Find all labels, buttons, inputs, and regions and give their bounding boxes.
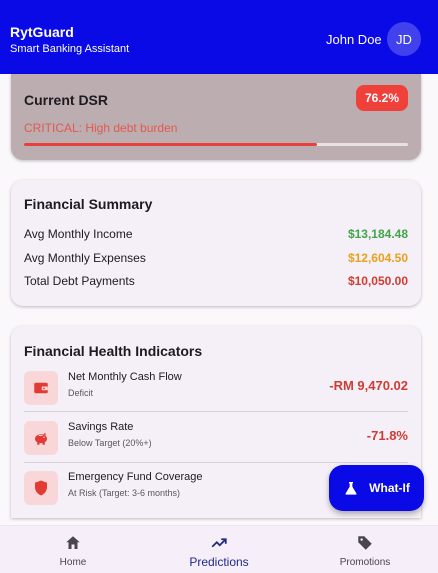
app-subtitle: Smart Banking Assistant	[10, 43, 130, 55]
summary-value: $12,604.50	[347, 251, 408, 265]
health-title: Financial Health Indicators	[24, 343, 203, 359]
indicator-sub: Below Target (20%+)	[68, 438, 152, 448]
dsr-title: Current DSR	[24, 92, 109, 108]
app-title: RytGuard	[10, 24, 74, 40]
flask-icon	[345, 482, 357, 495]
dsr-card: Current DSR 76.2% CRITICAL: High debt bu…	[11, 74, 421, 160]
home-icon	[66, 536, 80, 549]
nav-label: Promotions	[339, 557, 391, 568]
dsr-status: CRITICAL: High debt burden	[24, 121, 178, 135]
indicator-value: -RM 9,470.02	[329, 378, 408, 393]
tag-icon	[358, 536, 372, 550]
indicator-value: -71.8%	[366, 428, 408, 443]
indicator-name: Savings Rate	[68, 421, 134, 433]
dsr-progress-fill	[24, 143, 317, 146]
nav-item-home[interactable]: Home	[0, 526, 146, 573]
indicator-sub: Deficit	[68, 388, 94, 398]
indicator-sub: At Risk (Target: 3-6 months)	[68, 488, 181, 498]
summary-row-expenses: Avg Monthly Expenses $12,604.50	[24, 251, 408, 269]
nav-item-promotions[interactable]: Promotions	[292, 526, 438, 573]
user-name[interactable]: John Doe	[326, 32, 382, 47]
divider	[24, 411, 408, 412]
summary-label: Avg Monthly Expenses	[24, 251, 146, 265]
piggy-bank-icon	[35, 432, 47, 445]
indicator-name: Net Monthly Cash Flow	[68, 371, 182, 383]
indicator-cash-flow[interactable]: Net Monthly Cash Flow Deficit -RM 9,470.…	[24, 367, 408, 409]
what-if-button[interactable]: What-If	[329, 465, 424, 511]
summary-title: Financial Summary	[24, 196, 153, 212]
financial-summary-card: Financial Summary Avg Monthly Income $13…	[11, 180, 421, 306]
summary-value: $13,184.48	[347, 227, 408, 241]
shield-icon	[35, 480, 47, 496]
indicator-savings-rate[interactable]: Savings Rate Below Target (20%+) -71.8%	[24, 417, 408, 459]
wallet-icon	[34, 382, 48, 394]
divider	[24, 462, 408, 463]
nav-label: Predictions	[189, 555, 249, 569]
nav-label: Home	[59, 557, 87, 568]
bottom-nav: Home Predictions Promotions	[0, 525, 438, 573]
summary-row-debt: Total Debt Payments $10,050.00	[24, 274, 408, 292]
avatar[interactable]: JD	[387, 22, 421, 56]
app-header: RytGuard Smart Banking Assistant John Do…	[0, 0, 438, 74]
what-if-label: What-If	[369, 481, 410, 495]
summary-label: Avg Monthly Income	[24, 227, 133, 241]
dsr-badge: 76.2%	[356, 85, 408, 111]
nav-item-predictions[interactable]: Predictions	[146, 526, 292, 573]
trending-up-icon	[211, 538, 227, 548]
summary-value: $10,050.00	[347, 274, 408, 288]
summary-label: Total Debt Payments	[24, 274, 135, 288]
summary-row-income: Avg Monthly Income $13,184.48	[24, 227, 408, 245]
dsr-progress-bar	[24, 143, 408, 146]
indicator-name: Emergency Fund Coverage	[68, 471, 203, 483]
